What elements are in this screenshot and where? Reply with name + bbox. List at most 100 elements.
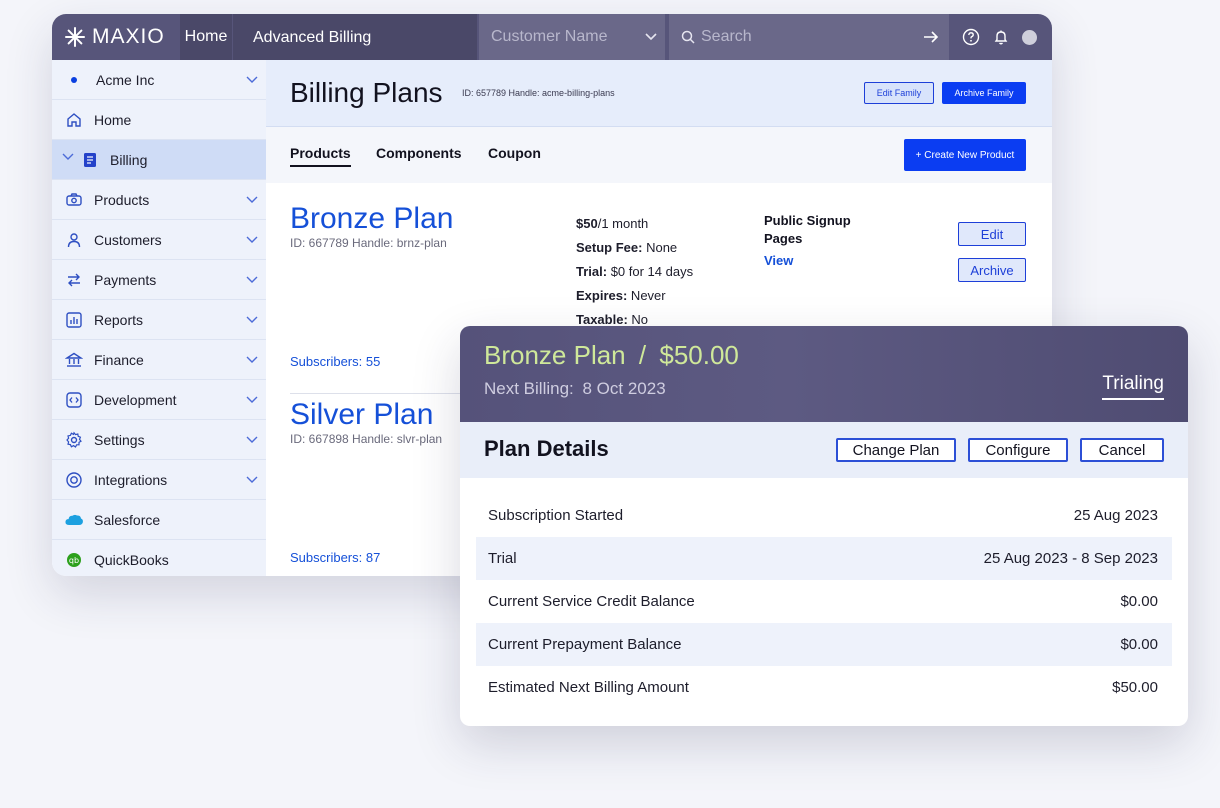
detail-row: Current Service Credit Balance $0.00: [476, 580, 1172, 623]
plan-details: $50/1 month Setup Fee: None Trial: $0 fo…: [576, 212, 693, 332]
sidebar-item-billing[interactable]: Billing: [52, 140, 266, 180]
trial-label: Trial:: [576, 264, 608, 279]
plan-details-bar: Plan Details Change Plan Configure Cance…: [460, 422, 1188, 478]
setup-fee-line: Setup Fee: None: [576, 236, 693, 260]
taxable-label: Taxable:: [576, 312, 628, 327]
archive-plan-button[interactable]: Archive: [958, 258, 1026, 282]
next-billing-label: Next Billing:: [484, 379, 574, 398]
sidebar-item-home[interactable]: Home: [52, 100, 266, 140]
chevron-down-icon: [645, 33, 657, 41]
sidebar-item-label: Settings: [94, 431, 145, 448]
archive-family-button[interactable]: Archive Family: [942, 82, 1026, 104]
sidebar-item-label: Payments: [94, 271, 157, 288]
billing-icon: [80, 150, 100, 170]
search-bar[interactable]: Search: [669, 14, 949, 60]
detail-row: Trial 25 Aug 2023 - 8 Sep 2023: [476, 537, 1172, 580]
subscription-card: Bronze Plan / $50.00 Next Billing: 8 Oct…: [460, 326, 1188, 726]
top-icons: [950, 14, 1052, 60]
sidebar-item-payments[interactable]: Payments: [52, 260, 266, 300]
plan-price: $50: [576, 216, 598, 231]
reports-icon: [64, 310, 84, 330]
sidebar-item-integrations[interactable]: Integrations: [52, 460, 266, 500]
avatar[interactable]: [1022, 29, 1037, 45]
customer-select-placeholder: Customer Name: [491, 28, 608, 45]
org-switcher[interactable]: Acme Inc: [52, 60, 266, 100]
top-bar: MAXIO Home Advanced Billing Customer Nam…: [52, 14, 1052, 60]
trial-line: Trial: $0 for 14 days: [576, 260, 693, 284]
change-plan-button[interactable]: Change Plan: [836, 438, 956, 462]
tabs-row: Products Components Coupon + Create New …: [266, 127, 1052, 183]
sidebar-item-label: QuickBooks: [94, 551, 169, 568]
code-icon: [64, 390, 84, 410]
page-header: Billing Plans ID: 657789 Handle: acme-bi…: [266, 60, 1052, 127]
signup-label: Public Signup Pages: [764, 213, 851, 246]
detail-label: Subscription Started: [488, 507, 624, 524]
bell-icon[interactable]: [992, 28, 1010, 46]
cancel-button[interactable]: Cancel: [1080, 438, 1164, 462]
svg-text:qb: qb: [69, 556, 79, 565]
nav-home[interactable]: Home: [180, 14, 232, 60]
sidebar-item-reports[interactable]: Reports: [52, 300, 266, 340]
sidebar-item-products[interactable]: Products: [52, 180, 266, 220]
subscribers-link[interactable]: Subscribers: 87: [290, 550, 380, 565]
subscription-status-tab[interactable]: Trialing: [1102, 373, 1164, 400]
detail-value: $0.00: [1120, 636, 1158, 653]
sidebar-item-label: Salesforce: [94, 511, 161, 528]
home-icon: [64, 110, 84, 130]
chevron-down-icon: [246, 276, 258, 283]
expires-line: Expires: Never: [576, 284, 693, 308]
detail-row: Estimated Next Billing Amount $50.00: [476, 666, 1172, 709]
chevron-down-icon: [246, 196, 258, 203]
detail-label: Estimated Next Billing Amount: [488, 679, 689, 696]
sidebar-item-settings[interactable]: Settings: [52, 420, 266, 460]
arrow-right-icon[interactable]: [923, 31, 939, 43]
sidebar-item-label: Reports: [94, 311, 144, 328]
chevron-down-icon: [62, 153, 74, 160]
plan-price-line: $50/1 month: [576, 212, 693, 236]
edit-family-button[interactable]: Edit Family: [864, 82, 934, 104]
logo[interactable]: MAXIO: [64, 24, 165, 50]
subscription-plan: Bronze Plan: [484, 340, 626, 370]
sidebar-item-label: Development: [94, 391, 177, 408]
edit-plan-button[interactable]: Edit: [958, 222, 1026, 246]
org-name: Acme Inc: [96, 71, 155, 88]
create-new-product-button[interactable]: + Create New Product: [904, 139, 1026, 171]
help-icon[interactable]: [962, 28, 980, 46]
search-input[interactable]: Search: [701, 28, 923, 46]
tab-coupon[interactable]: Coupon: [488, 145, 541, 165]
sidebar-item-development[interactable]: Development: [52, 380, 266, 420]
page-meta: ID: 657789 Handle: acme-billing-plans: [462, 88, 615, 98]
chevron-down-icon: [246, 76, 258, 83]
detail-value: $50.00: [1112, 679, 1158, 696]
detail-label: Trial: [488, 550, 517, 567]
trial-value: $0 for 14 days: [607, 264, 694, 279]
nav-advanced-billing[interactable]: Advanced Billing: [233, 14, 477, 60]
chevron-down-icon: [246, 236, 258, 243]
public-signup-pages: Public Signup Pages View: [764, 212, 864, 270]
detail-row: Current Prepayment Balance $0.00: [476, 623, 1172, 666]
sidebar-item-quickbooks[interactable]: qb QuickBooks: [52, 540, 266, 576]
view-signup-link[interactable]: View: [764, 252, 864, 270]
chevron-down-icon: [246, 436, 258, 443]
sidebar-item-finance[interactable]: Finance: [52, 340, 266, 380]
configure-button[interactable]: Configure: [968, 438, 1068, 462]
customers-icon: [64, 230, 84, 250]
detail-row: Subscription Started 25 Aug 2023: [476, 494, 1172, 537]
sidebar-item-label: Billing: [110, 151, 148, 168]
tab-components[interactable]: Components: [376, 145, 462, 165]
sidebar-item-salesforce[interactable]: Salesforce: [52, 500, 266, 540]
gear-icon: [64, 430, 84, 450]
tab-products[interactable]: Products: [290, 145, 351, 167]
expires-value: Never: [627, 288, 666, 303]
org-dot-icon: [71, 76, 77, 83]
subscription-title: Bronze Plan / $50.00: [484, 340, 739, 371]
customer-select[interactable]: Customer Name: [479, 14, 665, 60]
plan-details-table: Subscription Started 25 Aug 2023 Trial 2…: [476, 494, 1172, 709]
quickbooks-icon: qb: [64, 550, 84, 570]
setup-fee-label: Setup Fee:: [576, 240, 643, 255]
next-billing-date: 8 Oct 2023: [582, 379, 666, 398]
subscribers-link[interactable]: Subscribers: 55: [290, 354, 380, 369]
sidebar-item-customers[interactable]: Customers: [52, 220, 266, 260]
taxable-value: No: [627, 312, 649, 327]
integrations-icon: [64, 470, 84, 490]
